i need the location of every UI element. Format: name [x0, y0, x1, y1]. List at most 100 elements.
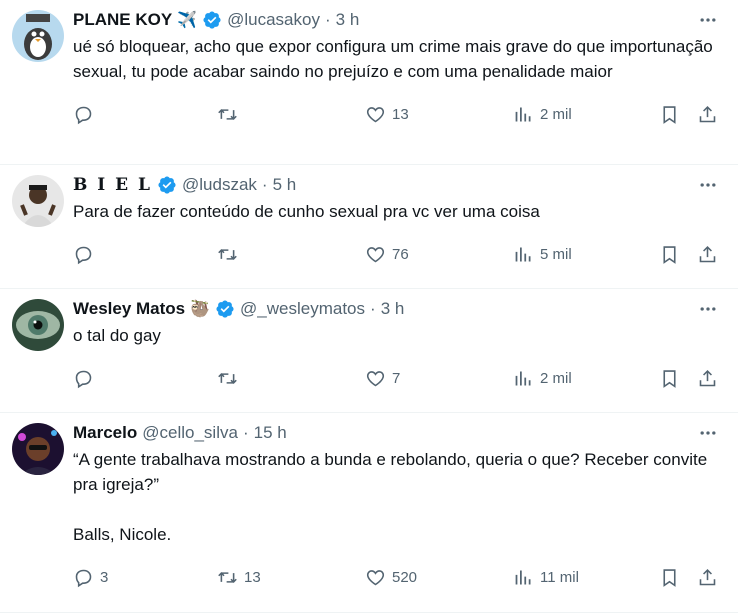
reply-feed: PLANE KOY ✈️ @lucasakoy · 3 h ué só bloq… — [0, 0, 738, 613]
user-handle[interactable]: @lucasakoy — [227, 10, 320, 30]
views-icon — [515, 371, 531, 385]
user-handle[interactable]: @_wesleymatos — [240, 299, 365, 319]
like-button[interactable]: 13 — [365, 94, 409, 134]
more-icon — [700, 183, 716, 187]
separator-dot: · — [324, 10, 331, 29]
user-handle[interactable]: @ludszak — [182, 175, 257, 195]
display-name[interactable]: B I E L — [73, 175, 152, 195]
views-icon — [515, 107, 531, 121]
tweet[interactable]: PLANE KOY ✈️ @lucasakoy · 3 h ué só bloq… — [0, 0, 738, 165]
bookmark-icon — [663, 369, 676, 388]
bookmark-button[interactable] — [659, 557, 680, 597]
like-count: 7 — [392, 369, 401, 387]
retweet-count: 13 — [244, 568, 261, 586]
share-button[interactable] — [697, 234, 718, 274]
like-icon — [366, 370, 385, 386]
tweet[interactable]: Wesley Matos 🦥 @_wesleymatos · 3 h o tal… — [0, 289, 738, 413]
verified-icon — [158, 176, 176, 194]
more-options-button[interactable] — [694, 421, 722, 445]
avatar[interactable] — [12, 423, 64, 475]
like-count: 520 — [392, 568, 418, 586]
bookmark-icon — [663, 105, 676, 124]
views-button[interactable]: 2 mil — [513, 94, 572, 134]
reply-button[interactable] — [73, 94, 100, 134]
like-icon — [366, 569, 385, 585]
like-button[interactable]: 7 — [365, 358, 400, 398]
view-count: 2 mil — [540, 369, 572, 387]
tweet[interactable]: Marcelo @cello_silva · 15 h “A gente tra… — [0, 413, 738, 613]
retweet-button[interactable]: 13 — [217, 557, 261, 597]
user-handle[interactable]: @cello_silva — [142, 423, 238, 443]
reply-icon — [75, 246, 92, 264]
display-name[interactable]: PLANE KOY — [73, 10, 172, 30]
verified-icon — [203, 11, 221, 29]
reply-button[interactable]: 3 — [73, 557, 108, 597]
share-icon — [699, 105, 716, 122]
timestamp[interactable]: 15 h — [254, 423, 287, 443]
like-count: 13 — [392, 105, 409, 123]
bookmark-icon — [663, 245, 676, 264]
tweet-text: ué só bloquear, acho que expor configura… — [73, 37, 718, 81]
share-button[interactable] — [697, 358, 718, 398]
more-options-button[interactable] — [694, 297, 722, 321]
avatar[interactable] — [12, 10, 64, 62]
share-button[interactable] — [697, 557, 718, 597]
action-bar: 13 2 mil — [73, 94, 722, 134]
more-options-button[interactable] — [694, 173, 722, 197]
name-emoji: 🦥 — [190, 301, 211, 318]
views-button[interactable]: 11 mil — [513, 557, 579, 597]
reply-icon — [75, 106, 92, 124]
share-icon — [699, 369, 716, 386]
views-icon — [515, 570, 531, 584]
separator-dot: · — [370, 299, 376, 318]
display-name[interactable]: Wesley Matos — [73, 299, 185, 319]
name-emoji: ✈️ — [177, 12, 198, 29]
share-icon — [699, 568, 716, 585]
verified-icon — [216, 300, 234, 318]
tweet-text: o tal do gay — [73, 326, 161, 345]
tweet[interactable]: B I E L @ludszak · 5 h Para de fazer con… — [0, 165, 738, 289]
view-count: 2 mil — [540, 105, 572, 123]
like-icon — [366, 106, 385, 122]
like-button[interactable]: 520 — [365, 557, 417, 597]
view-count: 5 mil — [540, 245, 572, 263]
retweet-button[interactable] — [217, 94, 244, 134]
reply-count: 3 — [100, 568, 109, 586]
share-icon — [699, 245, 716, 262]
view-count: 11 mil — [540, 568, 579, 586]
tweet-text: Para de fazer conteúdo de cunho sexual p… — [73, 202, 540, 221]
bookmark-button[interactable] — [659, 358, 680, 398]
action-bar: 3 13 520 11 mil — [73, 557, 722, 597]
separator-dot: · — [242, 423, 249, 442]
display-name[interactable]: Marcelo — [73, 423, 137, 443]
tweet-text: “A gente trabalhava mostrando a bunda e … — [73, 450, 708, 544]
like-icon — [366, 246, 385, 262]
avatar[interactable] — [12, 299, 64, 351]
separator-dot: · — [261, 175, 268, 194]
bookmark-icon — [663, 568, 676, 587]
action-bar: 76 5 mil — [73, 234, 722, 274]
retweet-button[interactable] — [217, 234, 244, 274]
retweet-icon — [218, 571, 237, 583]
more-options-button[interactable] — [694, 8, 722, 32]
views-button[interactable]: 2 mil — [513, 358, 572, 398]
retweet-icon — [218, 372, 237, 384]
avatar[interactable] — [12, 175, 64, 227]
more-icon — [700, 18, 716, 22]
views-icon — [515, 247, 531, 261]
like-button[interactable]: 76 — [365, 234, 409, 274]
reply-icon — [75, 569, 92, 587]
retweet-icon — [218, 248, 237, 260]
reply-button[interactable] — [73, 358, 100, 398]
more-icon — [700, 307, 716, 311]
reply-icon — [75, 370, 92, 388]
timestamp[interactable]: 3 h — [381, 299, 405, 319]
views-button[interactable]: 5 mil — [513, 234, 572, 274]
timestamp[interactable]: 5 h — [273, 175, 297, 195]
share-button[interactable] — [697, 94, 718, 134]
reply-button[interactable] — [73, 234, 100, 274]
timestamp[interactable]: 3 h — [336, 10, 360, 30]
bookmark-button[interactable] — [659, 234, 680, 274]
retweet-button[interactable] — [217, 358, 244, 398]
bookmark-button[interactable] — [659, 94, 680, 134]
